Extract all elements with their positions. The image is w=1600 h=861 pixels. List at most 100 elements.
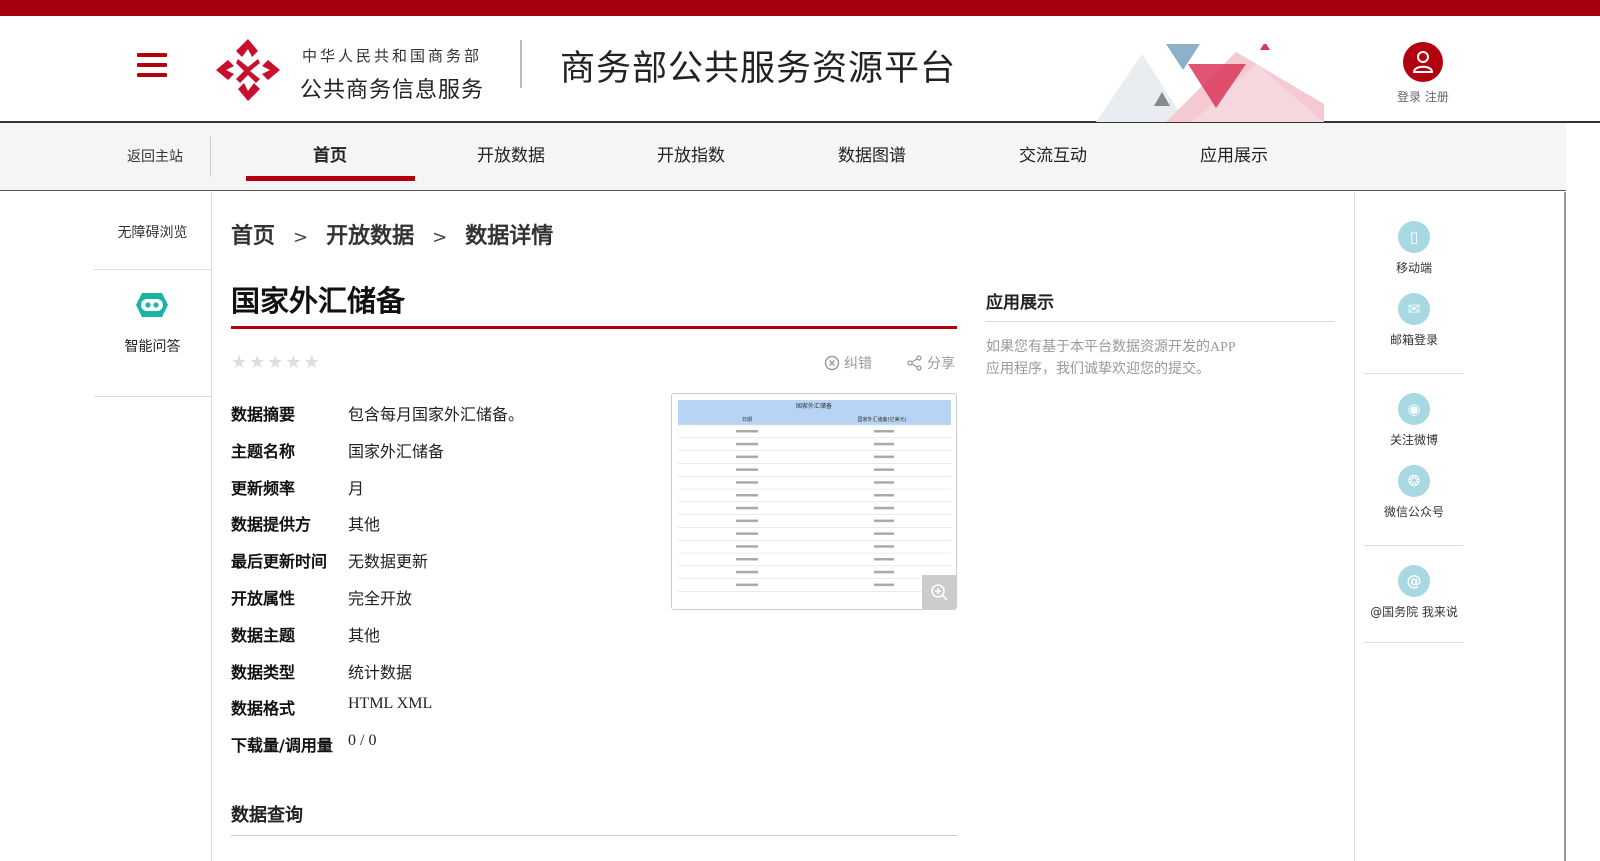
data-query-divider	[231, 835, 957, 836]
nav-item-app-showcase[interactable]: 应用展示	[1189, 123, 1279, 191]
preview-date-cell	[736, 481, 758, 484]
preview-col2: 国家外汇储备(亿美元)	[858, 416, 907, 423]
back-to-main-site-link[interactable]: 返回主站	[100, 123, 210, 191]
nav-separator	[210, 137, 211, 177]
nav-item-data-graph[interactable]: 数据图谱	[827, 123, 917, 191]
login-register-links: 登录 注册	[1397, 88, 1449, 105]
hamburger-icon[interactable]	[137, 53, 167, 79]
preview-date-cell	[736, 583, 758, 587]
breadcrumb-separator: >	[432, 227, 448, 248]
sidebar-divider	[1364, 642, 1463, 643]
info-value: 其他	[348, 515, 381, 535]
register-link[interactable]: 注册	[1425, 90, 1449, 104]
preview-value-cell	[874, 481, 894, 484]
wechat-label: 微信公众号	[1383, 505, 1444, 519]
breadcrumb-separator: >	[293, 227, 309, 248]
report-error-button[interactable]: 纠错	[824, 353, 872, 373]
info-value: 0 / 0	[348, 732, 377, 750]
login-link[interactable]: 登录	[1397, 90, 1421, 104]
left-sidebar: 无障碍浏览 智能问答	[94, 192, 212, 861]
preview-value-cell	[874, 558, 894, 561]
mail-icon: ✉	[1398, 293, 1430, 325]
zoom-in-button[interactable]	[922, 575, 956, 609]
preview-value-cell	[874, 455, 894, 459]
mail-login-link[interactable]: ✉ 邮箱登录	[1355, 293, 1473, 348]
mail-login-label: 邮箱登录	[1389, 333, 1438, 347]
preview-date-cell	[736, 494, 758, 497]
main-navbar: 返回主站 首页 开放数据 开放指数 数据图谱 交流互动 应用展示	[0, 123, 1566, 191]
sidebar-divider	[1364, 545, 1463, 546]
info-key: 数据主题	[231, 625, 296, 645]
nav-active-underline	[246, 176, 415, 181]
accessible-browsing-button[interactable]: 无障碍浏览	[94, 192, 211, 270]
star-icon[interactable]: ★	[249, 352, 265, 373]
data-preview-thumbnail[interactable]: 国家外汇储备 日期 国家外汇储备(亿美元)	[671, 393, 957, 610]
info-value: 国家外汇储备	[348, 441, 445, 461]
preview-value-cell	[874, 430, 894, 433]
preview-title: 国家外汇储备	[796, 402, 832, 410]
star-icon[interactable]: ★	[285, 352, 301, 373]
nav-item-open-index[interactable]: 开放指数	[646, 123, 736, 191]
right-sidebar: ▯ 移动端 ✉ 邮箱登录 ◉ 关注微博 ❂ 微信公众号 @ @国务院 我来说	[1354, 192, 1566, 861]
info-value: 完全开放	[348, 588, 413, 608]
dataset-title: 国家外汇储备	[231, 284, 406, 318]
preview-date-cell	[736, 545, 758, 548]
breadcrumb-home[interactable]: 首页	[231, 224, 275, 249]
share-icon	[907, 355, 922, 371]
user-avatar-button[interactable]	[1403, 42, 1443, 82]
preview-table-image: 国家外汇储备 日期 国家外汇储备(亿美元)	[678, 400, 951, 592]
preview-date-cell	[736, 468, 758, 471]
report-icon	[824, 355, 840, 371]
top-accent-bar	[0, 0, 1600, 16]
state-council-feedback-link[interactable]: @ @国务院 我来说	[1355, 565, 1473, 620]
star-icon[interactable]: ★	[304, 352, 320, 373]
preview-date-cell	[736, 558, 758, 561]
share-label: 分享	[927, 356, 955, 372]
preview-value-cell	[874, 468, 894, 471]
title-underline	[231, 326, 957, 329]
state-council-feedback-label: @国务院 我来说	[1370, 605, 1458, 619]
nav-item-interaction[interactable]: 交流互动	[1008, 123, 1098, 191]
preview-value-cell	[874, 532, 894, 535]
weibo-icon: ◉	[1398, 393, 1430, 425]
at-icon: @	[1398, 565, 1430, 597]
mofcom-logo[interactable]	[214, 37, 282, 103]
preview-date-cell	[736, 532, 758, 535]
wechat-link[interactable]: ❂ 微信公众号	[1355, 465, 1473, 520]
star-icon[interactable]: ★	[267, 352, 283, 373]
star-icon[interactable]: ★	[231, 352, 247, 373]
mobile-link[interactable]: ▯ 移动端	[1355, 221, 1473, 276]
zoom-in-icon	[931, 584, 948, 601]
info-value: 其他	[348, 625, 381, 645]
preview-date-cell	[736, 570, 758, 574]
mobile-icon: ▯	[1398, 221, 1430, 253]
share-button[interactable]: 分享	[907, 353, 955, 373]
preview-value-cell	[874, 583, 894, 587]
weibo-link[interactable]: ◉ 关注微博	[1355, 393, 1473, 448]
preview-col1: 日期	[742, 417, 752, 423]
preview-value-cell	[874, 442, 894, 446]
info-key: 数据格式	[231, 699, 296, 719]
smart-qa-label: 智能问答	[124, 339, 181, 355]
header-divider	[520, 40, 522, 88]
breadcrumb-open-data[interactable]: 开放数据	[326, 224, 414, 249]
smart-qa-button[interactable]: 智能问答	[94, 270, 211, 397]
star-rating[interactable]: ★ ★ ★ ★ ★	[231, 352, 322, 373]
info-key: 数据类型	[231, 662, 296, 682]
robot-icon	[136, 293, 168, 317]
weibo-label: 关注微博	[1389, 433, 1438, 447]
info-key: 最后更新时间	[231, 552, 328, 572]
report-label: 纠错	[844, 356, 872, 372]
info-key: 主题名称	[231, 441, 296, 461]
breadcrumb: 首页 > 开放数据 > 数据详情	[231, 218, 553, 250]
nav-item-open-data[interactable]: 开放数据	[466, 123, 556, 191]
preview-value-cell	[874, 506, 894, 510]
info-value: 月	[348, 478, 365, 498]
info-key: 数据提供方	[231, 515, 312, 535]
app-showcase-heading: 应用展示	[986, 293, 1054, 313]
preview-date-cell	[736, 506, 758, 510]
info-key: 开放属性	[231, 588, 296, 608]
preview-date-cell	[736, 442, 758, 446]
preview-date-cell	[736, 430, 758, 433]
wechat-icon: ❂	[1398, 465, 1430, 497]
